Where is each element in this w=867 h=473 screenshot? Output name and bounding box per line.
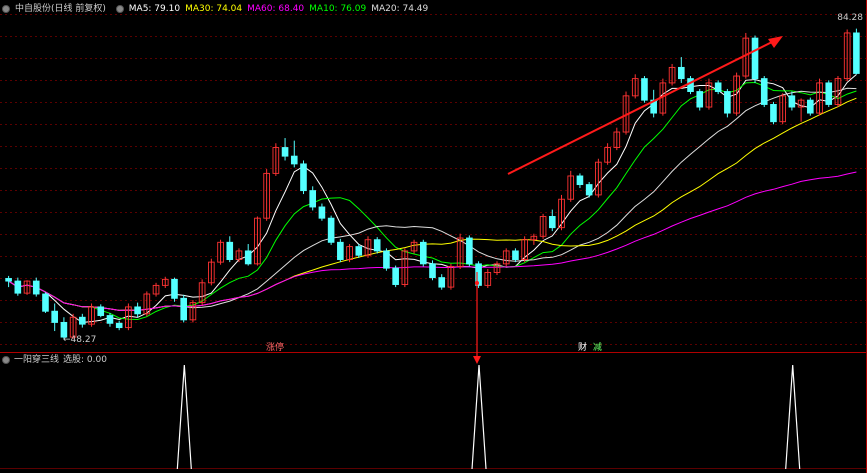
signal-spike [176,364,192,470]
candle-body[interactable] [825,82,833,105]
candle-body[interactable] [226,241,234,260]
candle-body[interactable] [5,278,12,282]
candle-body[interactable] [281,147,289,157]
candle-body[interactable] [419,241,427,265]
candle-body[interactable] [512,250,519,260]
candle-body[interactable] [751,37,759,80]
indicator-title: 一阳穿三线 [14,355,60,365]
indicator-header: 一阳穿三线 选股: 0.00 [0,353,111,367]
ma-line-ma60 [8,171,857,311]
candle-body[interactable] [687,78,694,92]
ma-line-ma10 [8,81,857,321]
grid-lines [0,0,867,473]
candle-body[interactable] [392,267,399,285]
candle-body[interactable] [714,82,722,92]
candle-body[interactable] [300,163,307,192]
finance-tag[interactable]: 财 [576,343,589,354]
candle-body[interactable] [807,99,814,114]
candle-body[interactable] [853,32,860,74]
candle-body[interactable] [696,91,704,108]
candle-body[interactable] [32,280,40,295]
candle-body[interactable] [327,217,335,243]
signal-marker-dot [475,281,479,285]
price-min-label: ←48.27 [63,335,97,345]
candle-body[interactable] [466,237,473,265]
candle-body[interactable] [14,280,22,294]
settings-dot-icon[interactable] [2,4,10,13]
candle-body[interactable] [309,190,317,208]
candle-body[interactable] [373,239,381,252]
signal-spike [471,364,487,470]
price-max-label: 84.28 [837,13,863,23]
candle-body[interactable] [290,155,298,165]
main-chart-header: 中自股份(日线 前复权) MA5: 79.10 MA30: 74.04 MA60: … [0,2,438,16]
chart-canvas[interactable] [0,0,867,473]
candle-body[interactable] [438,277,446,288]
candle-body[interactable] [244,250,252,265]
limit-up-tag[interactable]: 涨停 [264,343,286,354]
candle-body[interactable] [42,293,49,312]
candle-body[interactable] [97,306,105,316]
candle-body[interactable] [337,241,344,260]
trend-arrow-head-icon [768,36,783,48]
candle-body[interactable] [760,78,768,105]
signal-spike [785,364,801,470]
ma-legend-item: MA30: 74.04 [185,4,243,14]
price-min-value: 48.27 [70,335,97,345]
candle-body[interactable] [180,297,188,321]
candle-body[interactable] [171,278,178,299]
candlesticks[interactable] [5,28,860,339]
candle-body[interactable] [641,78,648,101]
candle-body[interactable] [724,91,731,114]
candle-body[interactable] [383,250,390,269]
candle-body[interactable] [585,184,593,196]
ma-legend-item: MA5: 79.10 [128,4,181,14]
ma-legend-item: MA20: 74.49 [371,4,429,14]
candle-body[interactable] [79,316,86,325]
candle-body[interactable] [106,315,114,324]
candle-body[interactable] [788,95,796,108]
candle-body[interactable] [134,306,141,315]
signal-indicator [176,364,801,470]
candle-body[interactable] [770,104,777,123]
ma-settings-dot-icon[interactable] [115,4,124,13]
indicator-settings-dot-icon[interactable] [2,355,10,364]
reduce-tag[interactable]: 减 [591,343,604,354]
candle-body[interactable] [429,263,436,279]
indicator-value: 选股: 0.00 [63,355,107,365]
candle-body[interactable] [677,66,685,80]
candle-body[interactable] [576,175,584,186]
ma-legend: MA5: 79.10 MA30: 74.04 MA60: 68.40 MA10: 76… [129,4,434,14]
ma-legend-item: MA10: 76.09 [309,4,367,14]
candle-body[interactable] [548,216,556,229]
stock-title: 中自股份(日线 前复权) [15,4,106,14]
candle-body[interactable] [51,310,58,323]
candle-body[interactable] [115,322,123,329]
ma-legend-item: MA60: 68.40 [247,4,305,14]
candle-body[interactable] [355,246,363,256]
candle-body[interactable] [318,206,326,219]
signal-marker-arrow-icon [473,356,481,364]
